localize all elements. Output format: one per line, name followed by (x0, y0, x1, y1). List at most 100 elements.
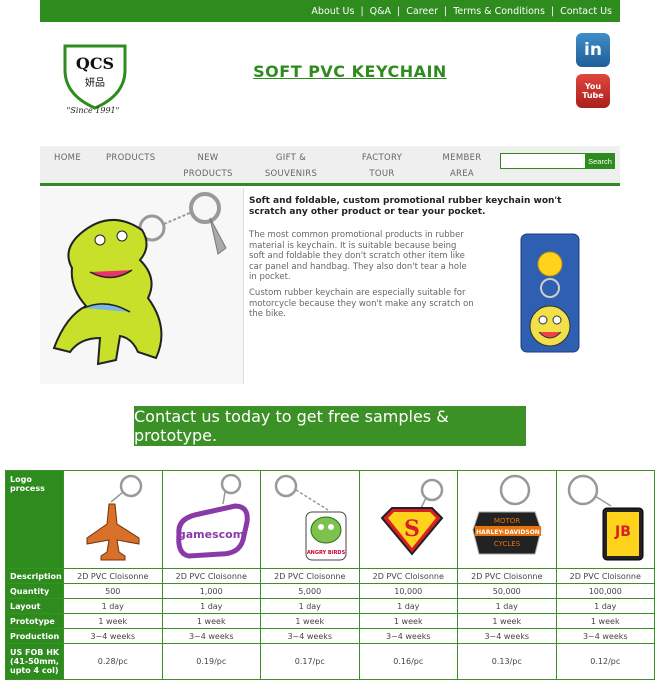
career-link[interactable]: Career (406, 6, 438, 17)
row-header-label: process (10, 484, 45, 493)
table-cell: 1 week (555, 613, 655, 629)
intro-headline: Soft and foldable, custom promotional ru… (249, 196, 562, 217)
table-cell: 0.17/pc (260, 643, 360, 680)
product-image-cell: gamescom (161, 470, 261, 569)
about-us-link[interactable]: About Us (311, 6, 354, 17)
nav-factory-tour[interactable]: FACTORY TOUR (352, 150, 412, 182)
table-cell: 5,000 (260, 583, 360, 599)
table-cell: 0.28/pc (63, 643, 163, 680)
lizard-keychain-image (40, 188, 244, 384)
contact-us-link[interactable]: Contact Us (560, 6, 612, 17)
youtube-label-2: Tube (582, 91, 604, 100)
logo-since: "Since 1991" (66, 106, 120, 115)
nav-new-products[interactable]: NEW PRODUCTS (178, 150, 238, 182)
table-cell: 3~4 weeks (358, 628, 458, 644)
nav-member-label-1: MEMBER (442, 153, 482, 163)
table-cell: 1 day (358, 598, 458, 614)
youtube-icon[interactable]: You Tube (576, 74, 610, 108)
nav-separator: | (443, 5, 448, 17)
row-header-layout: Layout (5, 598, 64, 614)
search-input[interactable] (500, 153, 586, 169)
smiley-keychain-image (515, 228, 585, 356)
angry-birds-text: ANGRY BIRDS (307, 550, 346, 556)
nav-separator: | (360, 5, 364, 17)
nav-products-label: PRODUCTS (106, 153, 156, 163)
row-header-label: US FOB HK (10, 648, 60, 657)
table-cell: 3~4 weeks (260, 628, 360, 644)
product-image-cell: ANGRY BIRDS (260, 470, 360, 569)
table-cell: 0.13/pc (457, 643, 557, 680)
row-header-logo-process: Logo process (5, 470, 64, 569)
harley-text-1: MOTOR (494, 517, 520, 525)
nav-home[interactable]: HOME (54, 150, 81, 166)
table-cell: 2D PVC Cloisonne (63, 568, 163, 584)
qa-link[interactable]: Q&A (370, 6, 391, 17)
gamescom-text: gamescom (178, 528, 244, 541)
page-title: SOFT PVC KEYCHAIN (253, 62, 447, 81)
nav-home-label: HOME (54, 153, 81, 163)
table-cell: 0.12/pc (555, 643, 655, 680)
cta-banner[interactable]: Contact us today to get free samples & p… (134, 406, 526, 446)
row-header-label: (41-50mm, (10, 657, 59, 666)
table-cell: 1 day (457, 598, 557, 614)
table-cell: 1 day (63, 598, 163, 614)
table-cell: 3~4 weeks (457, 628, 557, 644)
table-row: Description 2D PVC Cloisonne 2D PVC Cloi… (5, 568, 655, 584)
nav-gift-souvenirs[interactable]: GIFT & SOUVENIRS (256, 150, 326, 182)
table-cell: 1 week (457, 613, 557, 629)
jb-keychain-image: JB (568, 474, 644, 561)
nav-member-area[interactable]: MEMBER AREA (434, 150, 490, 182)
product-image-cell: JB (555, 470, 655, 569)
harley-text-3: CYCLES (494, 540, 521, 548)
nav-new-label-1: NEW (197, 153, 219, 163)
table-cell: 2D PVC Cloisonne (358, 568, 458, 584)
youtube-label-1: You (584, 82, 602, 91)
row-header-production: Production (5, 628, 64, 644)
table-cell: 0.19/pc (161, 643, 261, 680)
product-image-cell: MOTOR HARLEY-DAVIDSON CYCLES (457, 470, 557, 569)
table-row: Layout 1 day 1 day 1 day 1 day 1 day 1 d… (5, 598, 655, 614)
nav-gift-label-1: GIFT & (275, 153, 307, 163)
table-cell: 1 week (63, 613, 163, 629)
harley-keychain-image: MOTOR HARLEY-DAVIDSON CYCLES (472, 474, 542, 555)
table-cell: 50,000 (457, 583, 557, 599)
harley-text-2: HARLEY-DAVIDSON (476, 529, 540, 536)
row-header-prototype: Prototype (5, 613, 64, 629)
table-cell: 3~4 weeks (63, 628, 163, 644)
linkedin-label: in (584, 40, 602, 60)
table-cell: 1 day (260, 598, 360, 614)
nav-gift-label-2: SOUVENIRS (264, 169, 318, 179)
table-cell: 1 day (555, 598, 655, 614)
row-header-description: Description (5, 568, 64, 584)
gamescom-keychain-image: gamescom (176, 474, 250, 559)
intro-paragraph-2: Custom rubber keychain are especially su… (249, 288, 474, 319)
table-cell: 1 week (358, 613, 458, 629)
table-row: Production 3~4 weeks 3~4 weeks 3~4 weeks… (5, 628, 655, 644)
row-header-label: Logo (10, 475, 32, 484)
product-image-cell: S (358, 470, 458, 569)
table-row: US FOB HK (41-50mm, upto 4 col) 0.28/pc 0.… (5, 643, 655, 680)
jb-text: JB (614, 524, 631, 540)
product-image-cell (63, 470, 163, 569)
superman-keychain-image: S (380, 478, 444, 556)
nav-products[interactable]: PRODUCTS (106, 150, 155, 166)
logo-text: QCS (76, 54, 114, 73)
linkedin-icon[interactable]: in (576, 33, 610, 67)
table-cell: 1 day (161, 598, 261, 614)
terms-link[interactable]: Terms & Conditions (453, 6, 545, 17)
table-cell: 2D PVC Cloisonne (457, 568, 557, 584)
angry-birds-keychain-image: ANGRY BIRDS (274, 474, 347, 561)
table-cell: 1 week (161, 613, 261, 629)
search-button[interactable]: Search (585, 153, 615, 169)
table-cell: 2D PVC Cloisonne (555, 568, 655, 584)
table-cell: 100,000 (555, 583, 655, 599)
table-cell: 3~4 weeks (555, 628, 655, 644)
table-cell: 500 (63, 583, 163, 599)
table-cell: 1 week (260, 613, 360, 629)
nav-factory-label-1: FACTORY (361, 153, 403, 163)
jet-keychain-image (86, 474, 142, 561)
nav-member-label-2: AREA (449, 169, 475, 179)
table-cell: 2D PVC Cloisonne (161, 568, 261, 584)
table-row: Logo process gamescom ANGRY BIRDS S MOTO… (5, 470, 655, 569)
row-header-fob: US FOB HK (41-50mm, upto 4 col) (5, 643, 64, 680)
